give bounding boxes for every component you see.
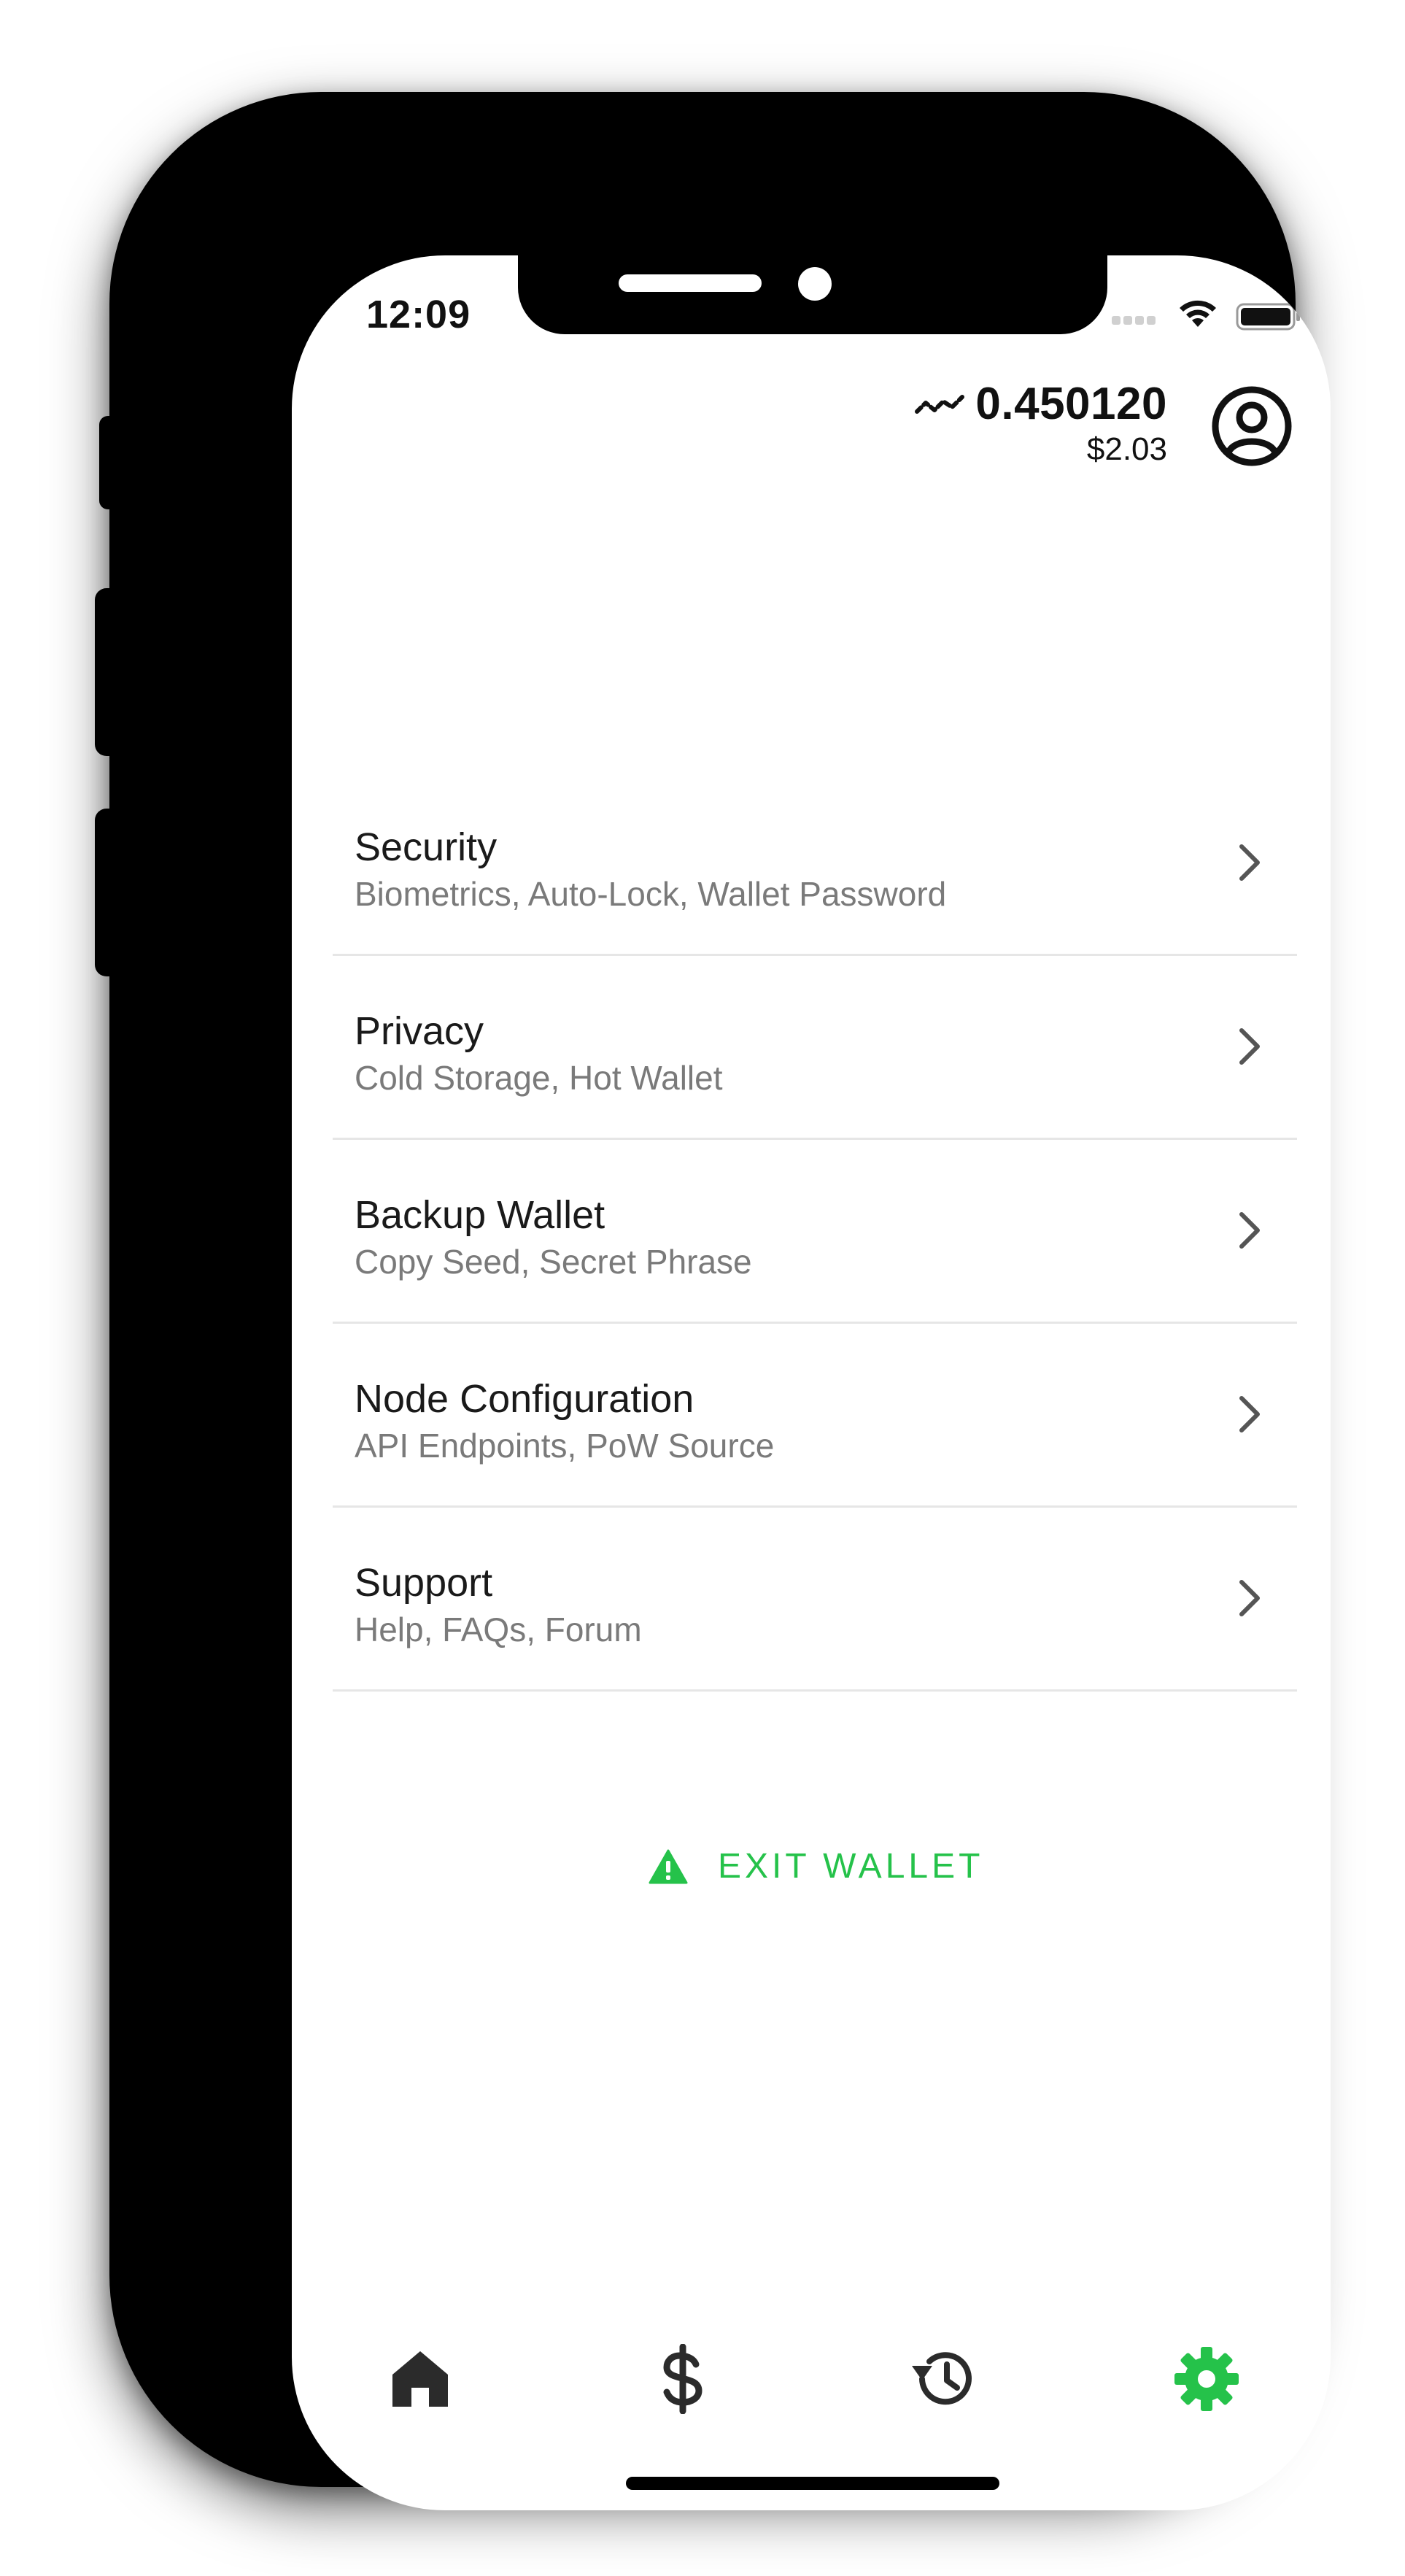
tab-settings[interactable] [1163,2335,1250,2423]
menu-item-subtitle: Cold Storage, Hot Wallet [355,1059,723,1097]
settings-menu: Security Biometrics, Auto-Lock, Wallet P… [333,772,1297,1692]
wifi-icon [1180,300,1216,327]
home-indicator[interactable] [626,2477,999,2490]
tab-bar [292,2335,1331,2423]
screen: 12:09 0.450120 $2.03 Security Biometrics… [292,255,1331,2510]
menu-item-subtitle: API Endpoints, PoW Source [355,1427,775,1465]
exit-wallet-button[interactable]: EXIT WALLET [648,1846,983,1886]
chevron-right-icon [1239,1580,1260,1616]
tab-home[interactable] [376,2335,464,2423]
menu-item-subtitle: Copy Seed, Secret Phrase [355,1243,752,1281]
phone-frame: 12:09 0.450120 $2.03 Security Biometrics… [109,92,1331,2510]
tab-send[interactable] [639,2335,727,2423]
trend-icon [915,394,965,414]
menu-item-node-configuration[interactable]: Node Configuration API Endpoints, PoW So… [333,1324,1297,1508]
notch [518,255,1107,334]
profile-icon[interactable] [1211,385,1293,467]
menu-item-subtitle: Biometrics, Auto-Lock, Wallet Password [355,875,947,913]
battery-icon [1236,303,1300,331]
menu-item-title: Privacy [355,1009,484,1053]
home-icon [392,2351,448,2407]
menu-item-support[interactable]: Support Help, FAQs, Forum [333,1508,1297,1692]
chevron-right-icon [1239,844,1260,881]
warning-icon [649,1849,688,1883]
chevron-right-icon [1239,1396,1260,1432]
stage: 12:09 0.450120 $2.03 Security Biometrics… [0,0,1405,2576]
dollar-icon [663,2344,702,2414]
speaker [619,274,762,292]
chevron-right-icon [1239,1028,1260,1065]
menu-item-title: Node Configuration [355,1377,694,1421]
tab-history[interactable] [900,2335,988,2423]
balance-display[interactable]: 0.450120 $2.03 [914,378,1167,468]
balance-fiat: $2.03 [1086,431,1167,467]
menu-item-title: Support [355,1561,493,1605]
balance-amount: 0.450120 [975,379,1167,429]
menu-item-security[interactable]: Security Biometrics, Auto-Lock, Wallet P… [333,772,1297,956]
status-time: 12:09 [366,293,471,336]
menu-item-title: Security [355,825,498,869]
menu-item-backup-wallet[interactable]: Backup Wallet Copy Seed, Secret Phrase [333,1140,1297,1324]
balance-row: 0.450120 [914,378,1167,430]
menu-item-privacy[interactable]: Privacy Cold Storage, Hot Wallet [333,956,1297,1140]
camera [798,267,832,301]
signal-dots-icon [1112,315,1163,325]
gear-icon [1174,2347,1239,2411]
chevron-right-icon [1239,1212,1260,1249]
history-icon [912,2352,972,2405]
menu-item-title: Backup Wallet [355,1193,605,1237]
exit-wallet-label: EXIT WALLET [718,1847,984,1886]
menu-item-subtitle: Help, FAQs, Forum [355,1611,642,1648]
